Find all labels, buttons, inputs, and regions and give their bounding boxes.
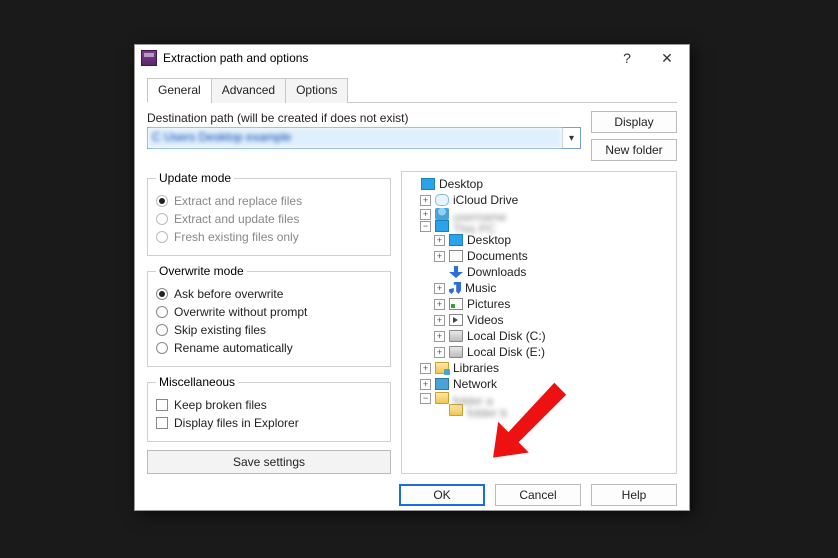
misc-group: Miscellaneous Keep broken files Display … [147, 375, 391, 442]
tree-pictures[interactable]: +Pictures [404, 296, 674, 312]
winrar-icon [141, 50, 157, 66]
chevron-down-icon[interactable]: ▾ [562, 128, 580, 148]
help-titlebar-button[interactable]: ? [607, 45, 647, 71]
tree-desktop2[interactable]: +Desktop [404, 232, 674, 248]
tree-diskc[interactable]: +Local Disk (C:) [404, 328, 674, 344]
update-fresh-radio[interactable]: Fresh existing files only [156, 229, 382, 245]
tree-user[interactable]: +username [404, 208, 674, 220]
overwrite-noprompt-radio[interactable]: Overwrite without prompt [156, 304, 382, 320]
dialog-footer: OK Cancel Help [147, 474, 677, 506]
tree-network[interactable]: +Network [404, 376, 674, 392]
overwrite-mode-group: Overwrite mode Ask before overwrite Over… [147, 264, 391, 367]
overwrite-skip-radio[interactable]: Skip existing files [156, 322, 382, 338]
destination-label: Destination path (will be created if doe… [147, 111, 581, 125]
folder-tree[interactable]: Desktop +iCloud Drive +username −This PC… [401, 171, 677, 474]
tree-music[interactable]: +Music [404, 280, 674, 296]
update-replace-radio[interactable]: Extract and replace files [156, 193, 382, 209]
tree-thispc[interactable]: −This PC [404, 220, 674, 232]
overwrite-mode-legend: Overwrite mode [156, 264, 247, 278]
destination-input[interactable]: C Users Desktop example [148, 128, 562, 148]
update-mode-legend: Update mode [156, 171, 234, 185]
tree-downloads[interactable]: Downloads [404, 264, 674, 280]
ok-button[interactable]: OK [399, 484, 485, 506]
save-settings-button[interactable]: Save settings [147, 450, 391, 474]
update-update-radio[interactable]: Extract and update files [156, 211, 382, 227]
tree-diske[interactable]: +Local Disk (E:) [404, 344, 674, 360]
keep-broken-checkbox[interactable]: Keep broken files [156, 397, 382, 413]
close-button[interactable]: ✕ [647, 45, 687, 71]
tab-advanced[interactable]: Advanced [211, 78, 286, 103]
tab-general[interactable]: General [147, 78, 212, 103]
overwrite-rename-radio[interactable]: Rename automatically [156, 340, 382, 356]
window-title: Extraction path and options [163, 51, 607, 65]
extraction-dialog: Extraction path and options ? ✕ General … [134, 44, 690, 511]
help-button[interactable]: Help [591, 484, 677, 506]
new-folder-button[interactable]: New folder [591, 139, 677, 161]
display-explorer-checkbox[interactable]: Display files in Explorer [156, 415, 382, 431]
tabs: General Advanced Options [147, 77, 677, 103]
cancel-button[interactable]: Cancel [495, 484, 581, 506]
destination-combo[interactable]: C Users Desktop example ▾ [147, 127, 581, 149]
update-mode-group: Update mode Extract and replace files Ex… [147, 171, 391, 256]
overwrite-ask-radio[interactable]: Ask before overwrite [156, 286, 382, 302]
tab-options[interactable]: Options [285, 78, 348, 103]
tree-desktop[interactable]: Desktop [404, 176, 674, 192]
tree-extra2[interactable]: folder b [404, 404, 674, 416]
tree-videos[interactable]: +Videos [404, 312, 674, 328]
display-button[interactable]: Display [591, 111, 677, 133]
misc-legend: Miscellaneous [156, 375, 238, 389]
titlebar: Extraction path and options ? ✕ [135, 45, 689, 71]
tree-extra1[interactable]: −folder a [404, 392, 674, 404]
tree-libraries[interactable]: +Libraries [404, 360, 674, 376]
tree-icloud[interactable]: +iCloud Drive [404, 192, 674, 208]
tree-documents[interactable]: +Documents [404, 248, 674, 264]
